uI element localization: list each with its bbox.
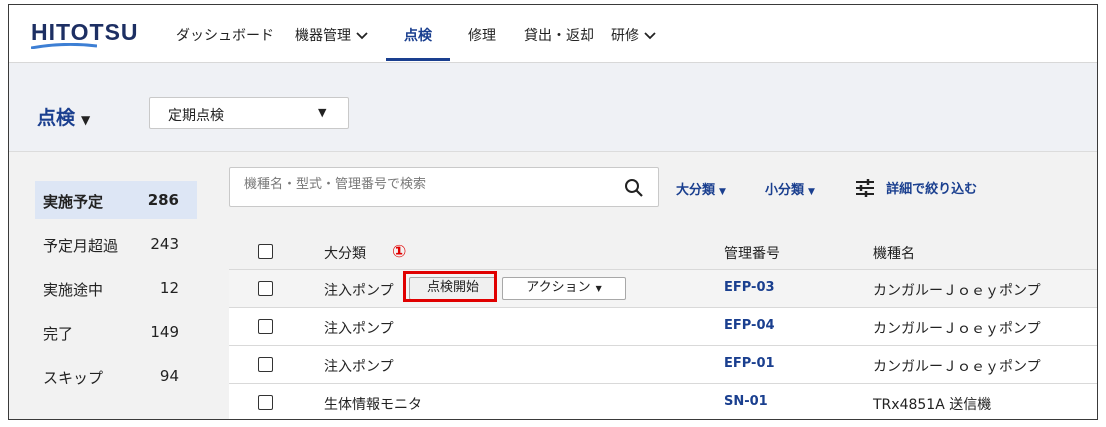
table-row[interactable]: 注入ポンプ EFP-01 カンガルーＪｏｅｙポンプ — [229, 346, 1097, 384]
table-row[interactable]: 注入ポンプ EFP-04 カンガルーＪｏｅｙポンプ — [229, 308, 1097, 346]
cell-id-link[interactable]: SN-01 — [724, 394, 768, 409]
cell-model: カンガルーＪｏｅｙポンプ — [873, 283, 1041, 299]
search-icon[interactable] — [624, 178, 644, 198]
status-list: 実施予定 286 予定月超過 243 実施途中 12 完了 149 スキップ 9… — [35, 181, 197, 401]
status-item-scheduled[interactable]: 実施予定 286 — [35, 181, 197, 219]
status-count: 149 — [150, 323, 179, 341]
app-window: HITOTSU ダッシュボード 機器管理 点検 修理 貸出・返却 研修 点検 ▼ … — [8, 4, 1098, 420]
highlight-box — [403, 271, 497, 302]
page-header: 点検 ▼ 定期点検 ▼ — [9, 63, 1097, 152]
row-checkbox[interactable] — [258, 395, 273, 410]
inspection-type-select[interactable]: 定期点検 ▼ — [149, 97, 349, 129]
logo[interactable]: HITOTSU — [31, 19, 139, 46]
cell-category: 注入ポンプ — [324, 359, 394, 375]
filter-sliders-icon — [856, 178, 874, 197]
cell-category: 注入ポンプ — [324, 283, 394, 299]
nav-equipment-management[interactable]: 機器管理 — [295, 25, 368, 45]
minor-category-filter[interactable]: 小分類 ▼ — [765, 179, 815, 198]
column-header-model: 機種名 — [873, 246, 915, 262]
status-count: 12 — [159, 279, 179, 297]
select-value: 定期点検 — [168, 108, 224, 124]
top-navigation: HITOTSU ダッシュボード 機器管理 点検 修理 貸出・返却 研修 — [9, 5, 1097, 63]
caret-down-icon: ▼ — [595, 284, 602, 293]
table-header-row: 大分類 管理番号 機種名 — [229, 233, 1097, 270]
caret-down-icon: ▼ — [318, 106, 327, 119]
column-header-id: 管理番号 — [724, 246, 780, 262]
cell-model: カンガルーＪｏｅｙポンプ — [873, 359, 1041, 375]
page-title-dropdown[interactable]: 点検 ▼ — [37, 103, 90, 130]
cell-category: 生体情報モニタ — [324, 397, 422, 413]
row-checkbox[interactable] — [258, 281, 273, 296]
status-item-completed[interactable]: 完了 149 — [35, 313, 197, 351]
inspection-table: 大分類 管理番号 機種名 注入ポンプ 点検開始 ① アクション ▼ EFP-03 … — [229, 233, 1097, 419]
chevron-down-icon — [644, 28, 656, 44]
row-checkbox[interactable] — [258, 357, 273, 372]
status-item-skipped[interactable]: スキップ 94 — [35, 357, 197, 395]
active-tab-indicator — [386, 58, 450, 61]
major-category-filter[interactable]: 大分類 ▼ — [676, 179, 726, 198]
cell-model: TRx4851A 送信機 — [873, 397, 992, 413]
cell-id-link[interactable]: EFP-03 — [724, 280, 775, 295]
cell-id-link[interactable]: EFP-04 — [724, 318, 775, 333]
nav-dashboard[interactable]: ダッシュボード — [176, 25, 274, 45]
nav-repair[interactable]: 修理 — [468, 25, 496, 45]
nav-lending-return[interactable]: 貸出・返却 — [524, 25, 594, 45]
caret-down-icon: ▼ — [719, 187, 726, 197]
status-item-overdue[interactable]: 予定月超過 243 — [35, 225, 197, 263]
cell-category: 注入ポンプ — [324, 321, 394, 337]
caret-down-icon: ▼ — [81, 113, 91, 127]
cell-id-link[interactable]: EFP-01 — [724, 356, 775, 371]
status-count: 243 — [150, 235, 179, 253]
table-row[interactable]: 注入ポンプ 点検開始 ① アクション ▼ EFP-03 カンガルーＪｏｅｙポンプ — [229, 242, 1097, 308]
table-row[interactable]: 生体情報モニタ SN-01 TRx4851A 送信機 — [229, 384, 1097, 419]
search-box — [229, 167, 659, 207]
cell-model: カンガルーＪｏｅｙポンプ — [873, 321, 1041, 337]
nav-inspection[interactable]: 点検 — [404, 25, 432, 45]
nav-training[interactable]: 研修 — [611, 25, 656, 45]
logo-swoosh-icon — [31, 43, 97, 49]
action-dropdown-button[interactable]: アクション ▼ — [502, 277, 626, 300]
detail-filter-button[interactable]: 詳細で絞り込む — [855, 177, 977, 197]
chevron-down-icon — [356, 28, 368, 44]
select-all-checkbox[interactable] — [258, 244, 273, 259]
annotation-marker: ① — [392, 242, 407, 262]
status-item-in-progress[interactable]: 実施途中 12 — [35, 269, 197, 307]
status-count: 286 — [147, 191, 179, 209]
column-header-category: 大分類 — [324, 246, 366, 262]
caret-down-icon: ▼ — [808, 187, 815, 197]
row-checkbox[interactable] — [258, 319, 273, 334]
status-count: 94 — [159, 367, 179, 385]
search-input[interactable] — [242, 176, 616, 193]
